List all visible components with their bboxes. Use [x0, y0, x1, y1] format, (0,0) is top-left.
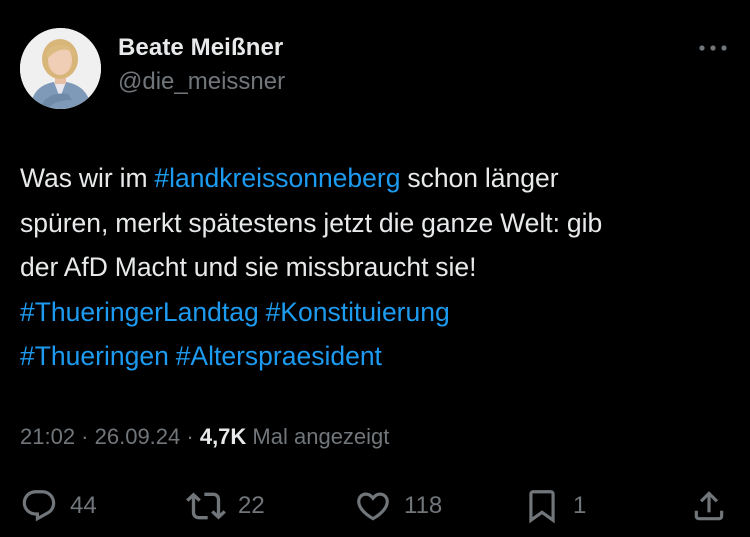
tweet-text: Was wir im #landkreissonneberg schon län…: [20, 156, 732, 379]
hashtag-link[interactable]: #ThueringerLandtag: [20, 297, 259, 327]
tweet-text-segment: Was wir im: [20, 163, 155, 193]
profile-photo-icon: [20, 28, 101, 109]
share-icon: [694, 491, 724, 521]
like-button[interactable]: 118: [354, 485, 442, 527]
repost-icon: [186, 492, 226, 520]
reply-button[interactable]: 44: [20, 485, 97, 527]
meta-separator: ·: [180, 424, 200, 449]
tweet-text-segment: [259, 297, 266, 327]
reply-icon: [22, 490, 56, 522]
repost-button[interactable]: 22: [186, 485, 265, 527]
hashtag-link[interactable]: #Konstituierung: [266, 297, 450, 327]
like-count: 118: [404, 492, 443, 519]
more-dots-icon: [699, 45, 727, 51]
author-display-name[interactable]: Beate Meißner: [118, 34, 283, 62]
hashtag-link[interactable]: #Alterspraesident: [176, 341, 382, 371]
share-button[interactable]: [690, 485, 728, 527]
author-handle[interactable]: @die_meissner: [118, 68, 285, 96]
tweet-actions-bar: 44 22 118 1: [0, 485, 750, 527]
tweet-time[interactable]: 21:02: [20, 424, 75, 449]
reply-count: 44: [70, 492, 97, 519]
bookmark-icon: [529, 490, 555, 524]
tweet-line: #Thueringen #Alterspraesident: [20, 334, 732, 379]
tweet-line: der AfD Macht und sie missbraucht sie!: [20, 245, 732, 290]
avatar[interactable]: [20, 28, 101, 109]
tweet-line: Was wir im #landkreissonneberg schon län…: [20, 156, 732, 201]
tweet-line: #ThueringerLandtag #Konstituierung: [20, 290, 732, 335]
tweet-text-segment: spüren, merkt spätestens jetzt die ganze…: [20, 207, 603, 238]
tweet-text-segment: schon länger: [400, 163, 559, 193]
repost-count: 22: [238, 492, 265, 519]
tweet-date[interactable]: 26.09.24: [95, 424, 181, 449]
hashtag-link[interactable]: #Thueringen: [20, 341, 169, 371]
hashtag-link[interactable]: #landkreissonneberg: [154, 163, 400, 193]
tweet-line: spüren, merkt spätestens jetzt die ganze…: [20, 201, 732, 246]
bookmark-count: 1: [573, 492, 587, 519]
tweet-text-segment: der AfD Macht und sie missbraucht sie!: [20, 252, 477, 282]
more-options-button[interactable]: [696, 36, 730, 60]
views-label: Mal angezeigt: [246, 424, 390, 449]
tweet-text-segment: [169, 341, 176, 371]
views-count: 4,7K: [199, 424, 247, 449]
like-icon: [357, 492, 389, 521]
bookmark-button[interactable]: 1: [523, 485, 586, 527]
meta-separator: ·: [75, 424, 95, 449]
tweet-meta: 21:02 · 26.09.24 · 4,7K Mal angezeigt: [20, 424, 389, 450]
